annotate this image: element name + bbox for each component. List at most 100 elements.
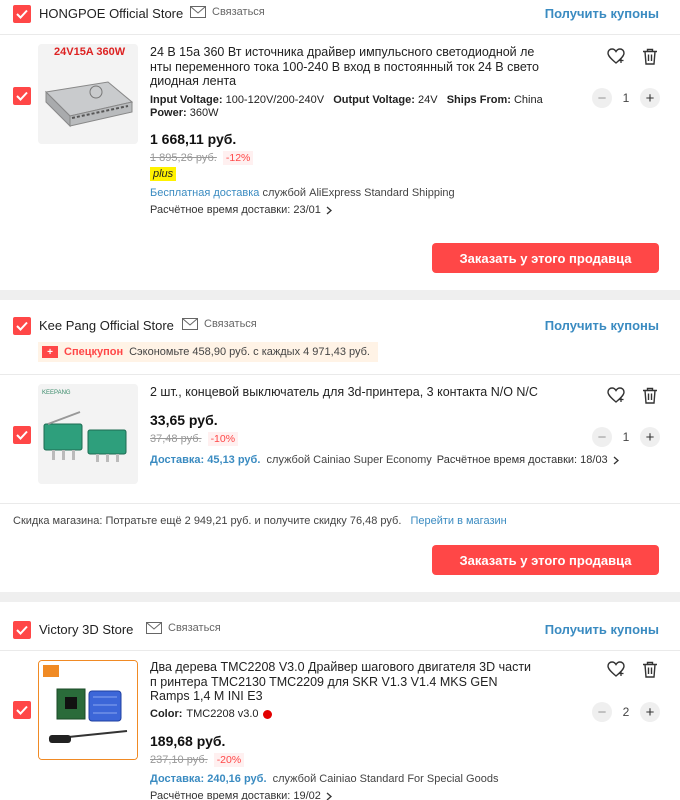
get-coupons-link[interactable]: Получить купоны (545, 6, 659, 21)
color-value: TMC2208 v3.0 (186, 708, 259, 720)
store-discount-text: Скидка магазина: Потратьте ещё 2 949,21 … (13, 515, 402, 527)
chevron-right-icon (326, 792, 332, 800)
increase-quantity-button[interactable]: + (640, 427, 660, 447)
product-title[interactable]: 24 В 15а 360 Вт источника драйвер импуль… (150, 45, 540, 89)
mail-icon (146, 622, 162, 634)
chevron-right-icon (613, 456, 619, 464)
wishlist-heart-icon[interactable] (607, 386, 625, 404)
delivery-estimate[interactable]: Расчётное время доставки: 19/02 (150, 790, 332, 800)
store-header: Kee Pang Official Store Связаться Получи… (0, 300, 680, 335)
item-checkbox[interactable] (13, 701, 31, 719)
go-to-store-link[interactable]: Перейти в магазин (410, 515, 506, 527)
check-icon (16, 91, 28, 101)
increase-quantity-button[interactable]: + (640, 702, 660, 722)
quantity-value[interactable]: 1 (623, 430, 630, 444)
quantity-value[interactable]: 2 (623, 705, 630, 719)
shipping-info: Бесплатная доставка службой AliExpress S… (150, 187, 455, 199)
quantity-value[interactable]: 1 (623, 91, 630, 105)
coupon-text: Сэкономьте 458,90 руб. с каждых 4 971,43… (129, 346, 370, 358)
trash-icon[interactable] (641, 47, 659, 65)
order-from-seller-button[interactable]: Заказать у этого продавца (432, 243, 659, 273)
check-icon (16, 430, 28, 440)
color-label: Color: (150, 708, 183, 720)
limit-switch-image (38, 384, 138, 484)
contact-label: Связаться (168, 622, 221, 634)
store-card: HONGPOE Official Store Связаться Получит… (0, 0, 680, 290)
decrease-quantity-button[interactable]: − (592, 88, 612, 108)
store-header: HONGPOE Official Store Связаться Получит… (0, 0, 680, 28)
item-checkbox[interactable] (13, 87, 31, 105)
trash-icon[interactable] (641, 386, 659, 404)
store-name[interactable]: Victory 3D Store (39, 622, 133, 637)
old-price-row: 1 895,26 руб. -12% (150, 151, 254, 165)
old-price-row: 37,48 руб. -10% (150, 432, 239, 446)
attr-value: 100-120V/200-240V (225, 94, 325, 106)
product-price: 189,68 руб. (150, 733, 226, 749)
attr-label: Power: (150, 107, 187, 119)
mail-icon (190, 6, 206, 18)
plus-badge: plus (150, 167, 177, 181)
product-price: 33,65 руб. (150, 412, 218, 428)
get-coupons-link[interactable]: Получить купоны (545, 318, 659, 333)
store-name[interactable]: Kee Pang Official Store (39, 318, 174, 333)
store-header: Victory 3D Store Связаться Получить купо… (0, 602, 680, 639)
discount-badge: -10% (207, 432, 239, 446)
divider (0, 650, 680, 651)
shipping-line: Доставка: 45,13 руб. службой Cainiao Sup… (150, 454, 432, 466)
old-price: 37,48 руб. (150, 433, 202, 445)
stepper-driver-image (39, 661, 137, 759)
decrease-quantity-button[interactable]: − (592, 427, 612, 447)
product-image[interactable]: 24V15A 360W (38, 44, 138, 144)
wishlist-heart-icon[interactable] (607, 660, 625, 678)
wishlist-heart-icon[interactable] (607, 47, 625, 65)
product-image-caption: 24V15A 360W (54, 46, 126, 58)
delivery-estimate[interactable]: Расчётное время доставки: 23/01 (150, 204, 332, 216)
coupon-tag-icon: + (42, 346, 58, 358)
shipping-info: Доставка: 240,16 руб. службой Cainiao St… (150, 773, 498, 785)
store-card: Victory 3D Store Связаться Получить купо… (0, 602, 680, 800)
delivery-estimate-text: Расчётное время доставки: 18/03 (436, 454, 608, 466)
quantity-stepper: − 1 + (592, 427, 660, 447)
color-swatch (262, 709, 272, 719)
special-coupon-banner[interactable]: + Спецкупон Сэкономьте 458,90 руб. с каж… (38, 342, 378, 362)
contact-button[interactable]: Связаться (182, 318, 257, 330)
item-checkbox[interactable] (13, 426, 31, 444)
color-variant[interactable]: Color: TMC2208 v3.0 (150, 708, 272, 720)
discount-badge: -12% (222, 151, 254, 165)
shipping-service: службой AliExpress Standard Shipping (262, 187, 455, 199)
old-price-row: 237,10 руб. -20% (150, 753, 245, 767)
shipping-service: службой Cainiao Super Economy (266, 454, 432, 466)
attr-value: 24V (417, 94, 438, 106)
check-icon (16, 625, 28, 635)
mail-icon (182, 318, 198, 330)
product-price: 1 668,11 руб. (150, 131, 237, 147)
store-checkbox[interactable] (13, 5, 31, 23)
quantity-stepper: − 1 + (592, 88, 660, 108)
shipping-highlight: Доставка: 45,13 руб. (150, 454, 261, 466)
store-discount: Скидка магазина: Потратьте ещё 2 949,21 … (13, 515, 507, 527)
product-image[interactable]: KEEPANG (38, 384, 138, 484)
contact-button[interactable]: Связаться (146, 622, 221, 634)
store-name[interactable]: HONGPOE Official Store (39, 6, 183, 21)
product-image[interactable] (38, 660, 138, 760)
contact-button[interactable]: Связаться (190, 6, 265, 18)
get-coupons-link[interactable]: Получить купоны (545, 622, 659, 637)
coupon-label: Спецкупон (64, 346, 124, 358)
store-checkbox[interactable] (13, 317, 31, 335)
shipping-info[interactable]: Доставка: 45,13 руб. службой Cainiao Sup… (150, 454, 619, 466)
contact-label: Связаться (212, 6, 265, 18)
attr-value: 360W (189, 107, 219, 119)
trash-icon[interactable] (641, 660, 659, 678)
attr-value: China (513, 94, 543, 106)
decrease-quantity-button[interactable]: − (592, 702, 612, 722)
delivery-estimate-text: Расчётное время доставки: 23/01 (150, 204, 321, 216)
store-checkbox[interactable] (13, 621, 31, 639)
product-title[interactable]: 2 шт., концевой выключатель для 3d-принт… (150, 385, 540, 400)
product-title[interactable]: Два дерева TMC2208 V3.0 Драйвер шагового… (150, 660, 540, 704)
attr-label: Input Voltage: (150, 94, 223, 106)
discount-badge: -20% (213, 753, 245, 767)
order-from-seller-button[interactable]: Заказать у этого продавца (432, 545, 659, 575)
increase-quantity-button[interactable]: + (640, 88, 660, 108)
store-card: Kee Pang Official Store Связаться Получи… (0, 300, 680, 592)
